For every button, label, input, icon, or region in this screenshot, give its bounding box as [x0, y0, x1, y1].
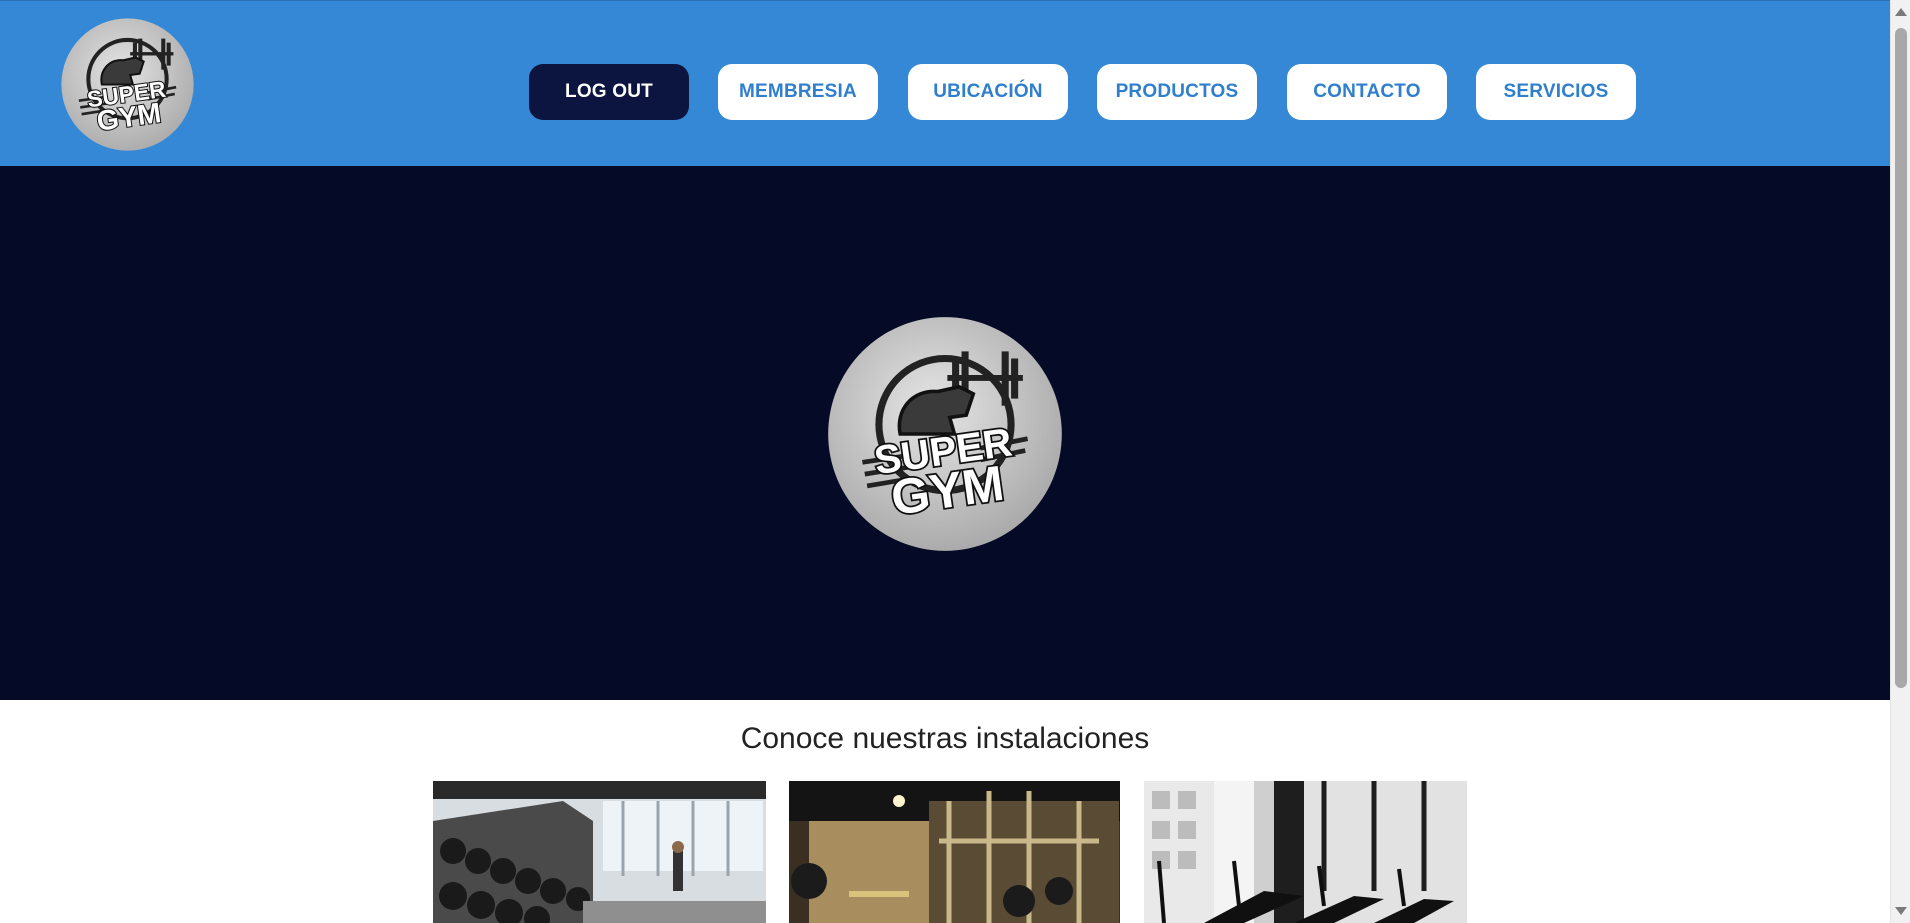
scrollbar-thumb[interactable]: [1895, 28, 1907, 688]
scroll-up-arrow-icon[interactable]: [1895, 8, 1907, 16]
hero-logo: SUPER GYM: [828, 317, 1062, 551]
page: SUPER GYM LOG OUT MEMBRESIA UBICACIÓN PR…: [0, 0, 1910, 923]
facility-photo-treadmills[interactable]: [1144, 781, 1467, 923]
facility-photo-dumbbells[interactable]: [433, 781, 766, 923]
nav-item-ubicacion[interactable]: UBICACIÓN: [908, 64, 1068, 120]
page-scrollbar[interactable]: [1890, 0, 1910, 923]
nav-item-membresia[interactable]: MEMBRESIA: [718, 64, 878, 120]
nav-item-contacto[interactable]: CONTACTO: [1287, 64, 1447, 120]
scroll-down-arrow-icon[interactable]: [1895, 907, 1907, 915]
section-title: Conoce nuestras instalaciones: [740, 722, 1150, 755]
facility-photo-machines[interactable]: [789, 781, 1120, 923]
hero-banner: SUPER GYM: [0, 166, 1890, 700]
nav-item-servicios[interactable]: SERVICIOS: [1476, 64, 1636, 120]
main-nav: LOG OUT MEMBRESIA UBICACIÓN PRODUCTOS CO…: [0, 64, 1890, 120]
site-header: SUPER GYM LOG OUT MEMBRESIA UBICACIÓN PR…: [0, 0, 1890, 166]
logout-button[interactable]: LOG OUT: [529, 64, 689, 120]
nav-item-productos[interactable]: PRODUCTOS: [1097, 64, 1257, 120]
